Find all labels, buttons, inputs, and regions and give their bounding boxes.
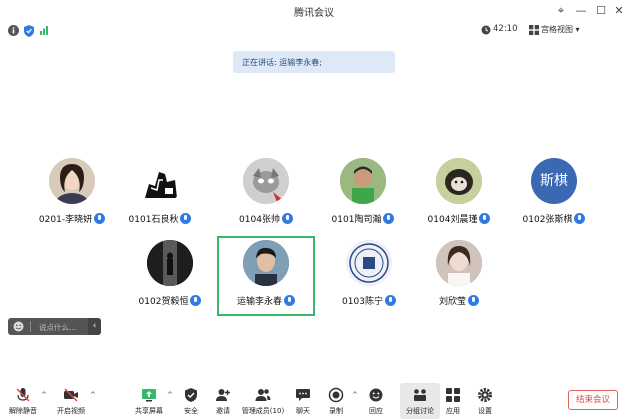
participant-name-row: 0101陶司瀚 bbox=[314, 212, 412, 225]
participant-tile[interactable]: 0104刘晨瑾 bbox=[410, 154, 508, 234]
avatar bbox=[346, 240, 392, 286]
participant-name-row: 0104刘晨瑾 bbox=[410, 212, 508, 225]
settings-button[interactable]: 设置 bbox=[465, 383, 505, 419]
participant-name: 0102贺毅恒 bbox=[138, 297, 189, 307]
participant-name-row: 运输李永春 bbox=[219, 294, 313, 307]
title-bar: 腾讯会议 ⌖ — ☐ ✕ bbox=[0, 0, 628, 22]
microphone-muted-icon bbox=[16, 388, 30, 402]
participant-tile[interactable]: 刘欣莹 bbox=[410, 236, 508, 316]
microphone-icon bbox=[479, 213, 491, 224]
participant-name: 0101陶司瀚 bbox=[331, 215, 382, 225]
grid-view-icon[interactable] bbox=[529, 25, 539, 35]
members-icon bbox=[255, 389, 271, 401]
camera-off-icon bbox=[64, 388, 78, 402]
breakout-rooms-icon bbox=[414, 389, 426, 401]
start-video-label: 开启视频 bbox=[57, 407, 85, 415]
participant-name: 0103陈宁 bbox=[342, 297, 383, 307]
participant-tile-active-speaker[interactable]: 运输李永春 bbox=[217, 236, 315, 316]
participant-name-row: 刘欣莹 bbox=[410, 294, 508, 307]
participant-name-row: 0102贺毅恒 bbox=[121, 294, 219, 307]
chat-input-bar[interactable]: 说点什么... ‹ bbox=[8, 318, 101, 335]
collapse-chevron-icon[interactable]: ‹ bbox=[88, 318, 101, 335]
microphone-icon bbox=[281, 213, 293, 224]
meeting-timer: 42:10 bbox=[493, 24, 518, 34]
pin-icon[interactable]: ⌖ bbox=[552, 2, 570, 20]
microphone-icon bbox=[190, 295, 202, 306]
speaking-banner: 正在讲话: 运输李永春; bbox=[233, 51, 395, 73]
microphone-icon bbox=[468, 295, 479, 306]
microphone-icon bbox=[384, 295, 396, 306]
avatar-initials: 斯棋 bbox=[531, 158, 577, 204]
share-screen-icon bbox=[142, 389, 156, 402]
mute-options-chevron-icon[interactable]: ^ bbox=[41, 391, 47, 399]
record-icon bbox=[328, 387, 344, 403]
participant-name-row: 0102张斯棋 bbox=[505, 212, 603, 225]
start-video-button[interactable]: 开启视频 bbox=[51, 383, 91, 419]
signal-icon[interactable] bbox=[40, 25, 50, 35]
participant-name-row: 0103陈宁 bbox=[320, 294, 418, 307]
participant-tile[interactable]: 0104张帅 bbox=[217, 154, 315, 234]
add-user-icon bbox=[216, 389, 230, 401]
gear-icon bbox=[478, 388, 492, 402]
avatar bbox=[243, 240, 289, 286]
avatar bbox=[436, 158, 482, 204]
clock-icon bbox=[481, 25, 491, 35]
avatar bbox=[137, 158, 183, 204]
microphone-icon bbox=[180, 213, 192, 224]
unmute-button[interactable]: 解除静音 bbox=[3, 383, 43, 419]
shield-icon bbox=[185, 388, 197, 402]
microphone-icon bbox=[383, 213, 395, 224]
microphone-icon bbox=[284, 295, 295, 306]
participant-tile[interactable]: 0201-李晓妍 bbox=[23, 154, 121, 234]
participant-tile[interactable]: 0103陈宁 bbox=[320, 236, 418, 316]
avatar bbox=[147, 240, 193, 286]
info-icon[interactable] bbox=[8, 25, 19, 36]
emoji-icon[interactable] bbox=[13, 321, 24, 332]
close-button[interactable]: ✕ bbox=[610, 2, 628, 20]
shield-icon[interactable] bbox=[24, 25, 34, 37]
avatar bbox=[243, 158, 289, 204]
participant-tile[interactable]: 0101陶司瀚 bbox=[314, 154, 412, 234]
participant-name: 0104刘晨瑾 bbox=[427, 215, 478, 225]
minimize-button[interactable]: — bbox=[572, 2, 590, 20]
microphone-icon bbox=[574, 213, 586, 224]
participant-name: 0104张帅 bbox=[239, 215, 280, 225]
bottom-toolbar: 解除静音 ^ 开启视频 ^ 共享屏幕 ^ 安全 邀请 管理成员(10) 聊天 录… bbox=[0, 383, 628, 419]
chat-bubble-icon bbox=[296, 389, 310, 401]
avatar bbox=[49, 158, 95, 204]
settings-label: 设置 bbox=[478, 407, 492, 415]
maximize-button[interactable]: ☐ bbox=[592, 2, 610, 20]
reaction-emoji-icon bbox=[369, 388, 383, 402]
avatar bbox=[436, 240, 482, 286]
microphone-icon bbox=[94, 213, 106, 224]
video-options-chevron-icon[interactable]: ^ bbox=[90, 391, 96, 399]
end-meeting-button[interactable]: 结束会议 bbox=[568, 390, 618, 410]
participant-name: 0101石良秋 bbox=[128, 215, 179, 225]
participant-name: 0201-李晓妍 bbox=[38, 215, 93, 225]
divider bbox=[30, 321, 31, 332]
participant-name-row: 0201-李晓妍 bbox=[23, 212, 121, 225]
participant-tile[interactable]: 斯棋 0102张斯棋 bbox=[505, 154, 603, 234]
participant-tile[interactable]: 0102贺毅恒 bbox=[121, 236, 219, 316]
apps-grid-icon bbox=[446, 388, 460, 402]
participant-name: 运输李永春 bbox=[236, 297, 282, 307]
view-mode-label: 宫格视图 bbox=[541, 25, 573, 34]
participant-name: 刘欣莹 bbox=[438, 297, 466, 307]
participant-name-row: 0104张帅 bbox=[217, 212, 315, 225]
window-title: 腾讯会议 bbox=[294, 8, 334, 19]
participant-tile[interactable]: 0101石良秋 bbox=[111, 154, 209, 234]
view-mode-dropdown[interactable]: 宫格视图 ▾ bbox=[541, 24, 580, 35]
participant-name: 0102张斯棋 bbox=[522, 215, 573, 225]
avatar bbox=[340, 158, 386, 204]
chevron-down-icon: ▾ bbox=[575, 25, 580, 34]
participant-name-row: 0101石良秋 bbox=[111, 212, 209, 225]
chat-placeholder: 说点什么... bbox=[39, 323, 77, 332]
